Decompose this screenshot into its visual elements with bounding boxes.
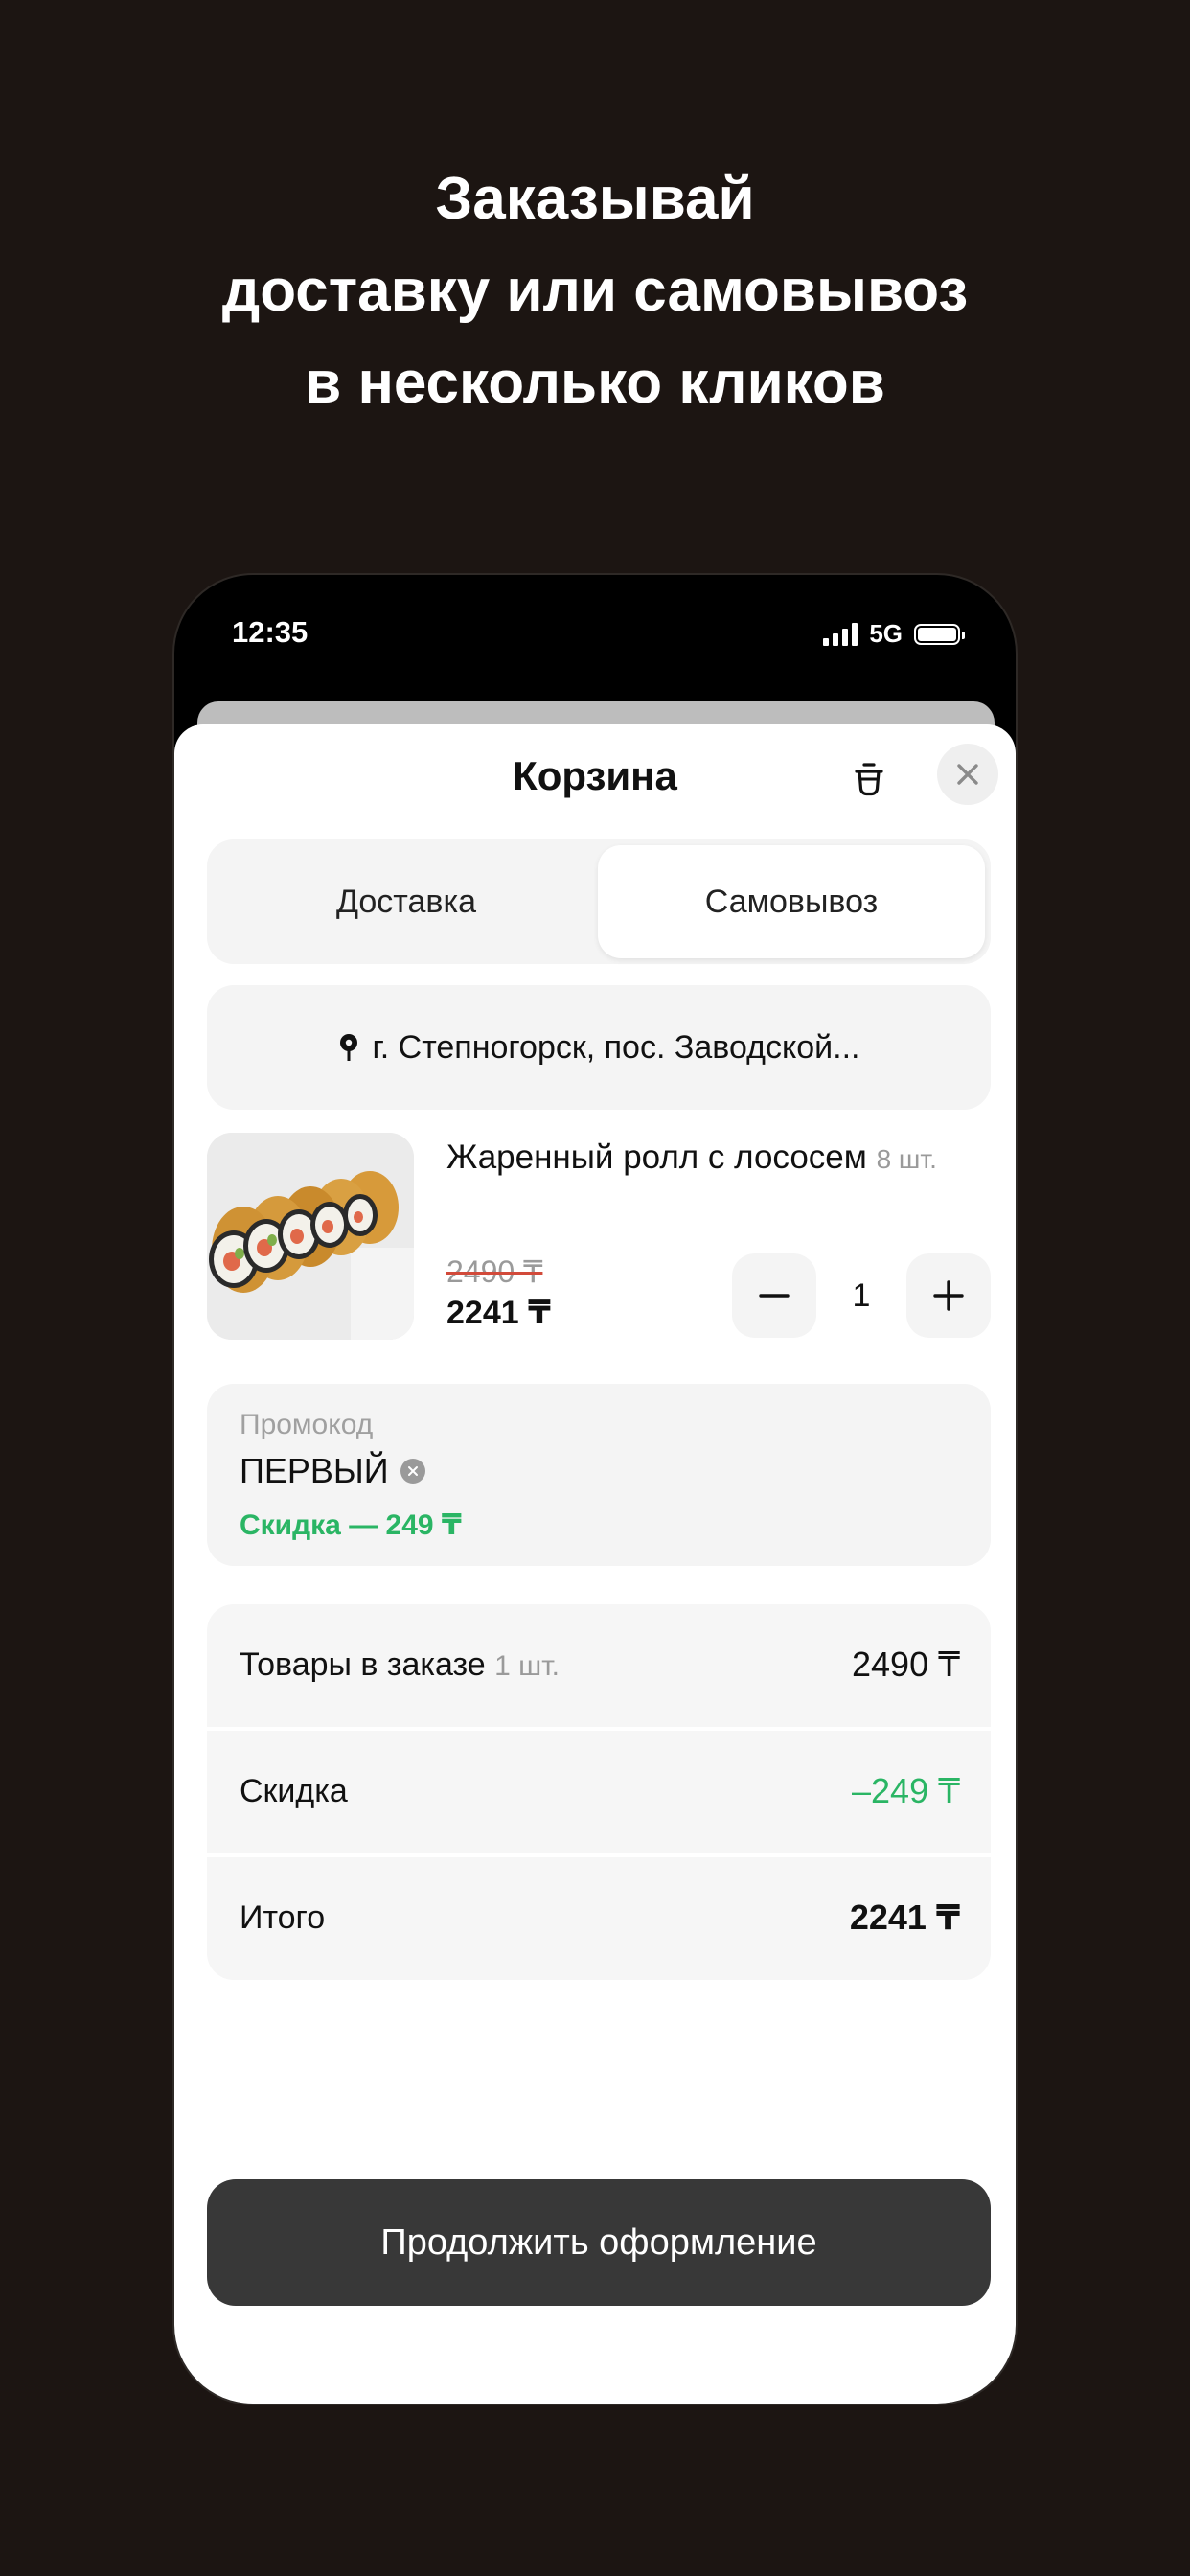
- network-label: 5G: [869, 619, 903, 648]
- old-price: 2490 ₸: [446, 1254, 543, 1289]
- sushi-roll-image: [207, 1133, 414, 1340]
- tab-delivery[interactable]: Доставка: [213, 845, 600, 958]
- promo-headline: Заказывай доставку или самовывоз в неско…: [0, 153, 1190, 429]
- minus-icon: [759, 1294, 790, 1298]
- continue-checkout-button[interactable]: Продолжить оформление: [207, 2179, 991, 2306]
- headline-line-1: Заказывай: [435, 166, 755, 232]
- delivery-mode-switch: Доставка Самовывоз: [207, 840, 991, 964]
- signal-icon: [823, 622, 858, 646]
- promo-discount: Скидка — 249 ₸: [240, 1509, 462, 1541]
- status-bar: 12:35 5G: [174, 575, 1016, 690]
- summary-row-discount: Скидка –249 ₸: [207, 1731, 991, 1853]
- plus-icon: [933, 1280, 964, 1311]
- clear-cart-button[interactable]: [845, 755, 893, 803]
- clear-promo-button[interactable]: [400, 1459, 425, 1484]
- location-pin-icon: [339, 1034, 357, 1061]
- cart-sheet: Корзина Доставка Самовывоз г. Степногорс…: [174, 724, 1016, 2404]
- summary-row-items: Товары в заказе 1 шт. 2490 ₸: [207, 1604, 991, 1727]
- items-value: 2490 ₸: [852, 1644, 960, 1684]
- items-label: Товары в заказе: [240, 1646, 486, 1683]
- total-label: Итого: [240, 1899, 326, 1936]
- items-count: 1 шт.: [494, 1650, 560, 1682]
- product-pieces: 8 шт.: [876, 1144, 937, 1174]
- product-title: Жаренный ролл с лососем: [446, 1138, 867, 1176]
- clear-icon: [407, 1466, 418, 1476]
- promo-label: Промокод: [240, 1409, 374, 1440]
- promo-code-field[interactable]: Промокод ПЕРВЫЙ Скидка — 249 ₸: [207, 1384, 991, 1566]
- discount-value: –249 ₸: [852, 1771, 960, 1810]
- headline-line-2: доставку или самовывоз: [221, 258, 969, 324]
- summary-items-label: Товары в заказе 1 шт.: [240, 1646, 560, 1684]
- close-icon: [957, 764, 978, 785]
- battery-icon: [914, 623, 965, 645]
- status-icons: 5G: [823, 619, 965, 649]
- product-name: Жаренный ролл с лососем 8 шт.: [446, 1138, 937, 1177]
- order-summary: Товары в заказе 1 шт. 2490 ₸ Скидка –249…: [207, 1604, 991, 1980]
- discount-label: Скидка: [240, 1773, 348, 1809]
- address-selector[interactable]: г. Степногорск, пос. Заводской...: [207, 985, 991, 1110]
- total-value: 2241 ₸: [849, 1898, 960, 1937]
- quantity-stepper: 1: [732, 1254, 991, 1340]
- status-time: 12:35: [232, 615, 309, 649]
- decrease-quantity-button[interactable]: [732, 1254, 816, 1338]
- increase-quantity-button[interactable]: [906, 1254, 991, 1338]
- sheet-header: Корзина: [174, 724, 1016, 830]
- promo-code-value: ПЕРВЫЙ: [240, 1451, 389, 1490]
- promo-code: ПЕРВЫЙ: [240, 1451, 425, 1491]
- tab-pickup[interactable]: Самовывоз: [598, 845, 985, 958]
- phone-frame: 12:35 5G Корзина Доставка Самовывоз г. С…: [172, 573, 1018, 2405]
- new-price: 2241 ₸: [446, 1295, 551, 1331]
- address-text: г. Степногорск, пос. Заводской...: [372, 1028, 860, 1066]
- close-button[interactable]: [937, 744, 998, 805]
- headline-line-3: в несколько кликов: [305, 350, 885, 416]
- quantity-value: 1: [852, 1276, 871, 1314]
- summary-row-total: Итого 2241 ₸: [207, 1857, 991, 1980]
- cart-item: Жаренный ролл с лососем 8 шт. 2490 ₸ 224…: [207, 1133, 991, 1344]
- product-image[interactable]: [207, 1133, 414, 1340]
- trash-icon: [855, 763, 883, 796]
